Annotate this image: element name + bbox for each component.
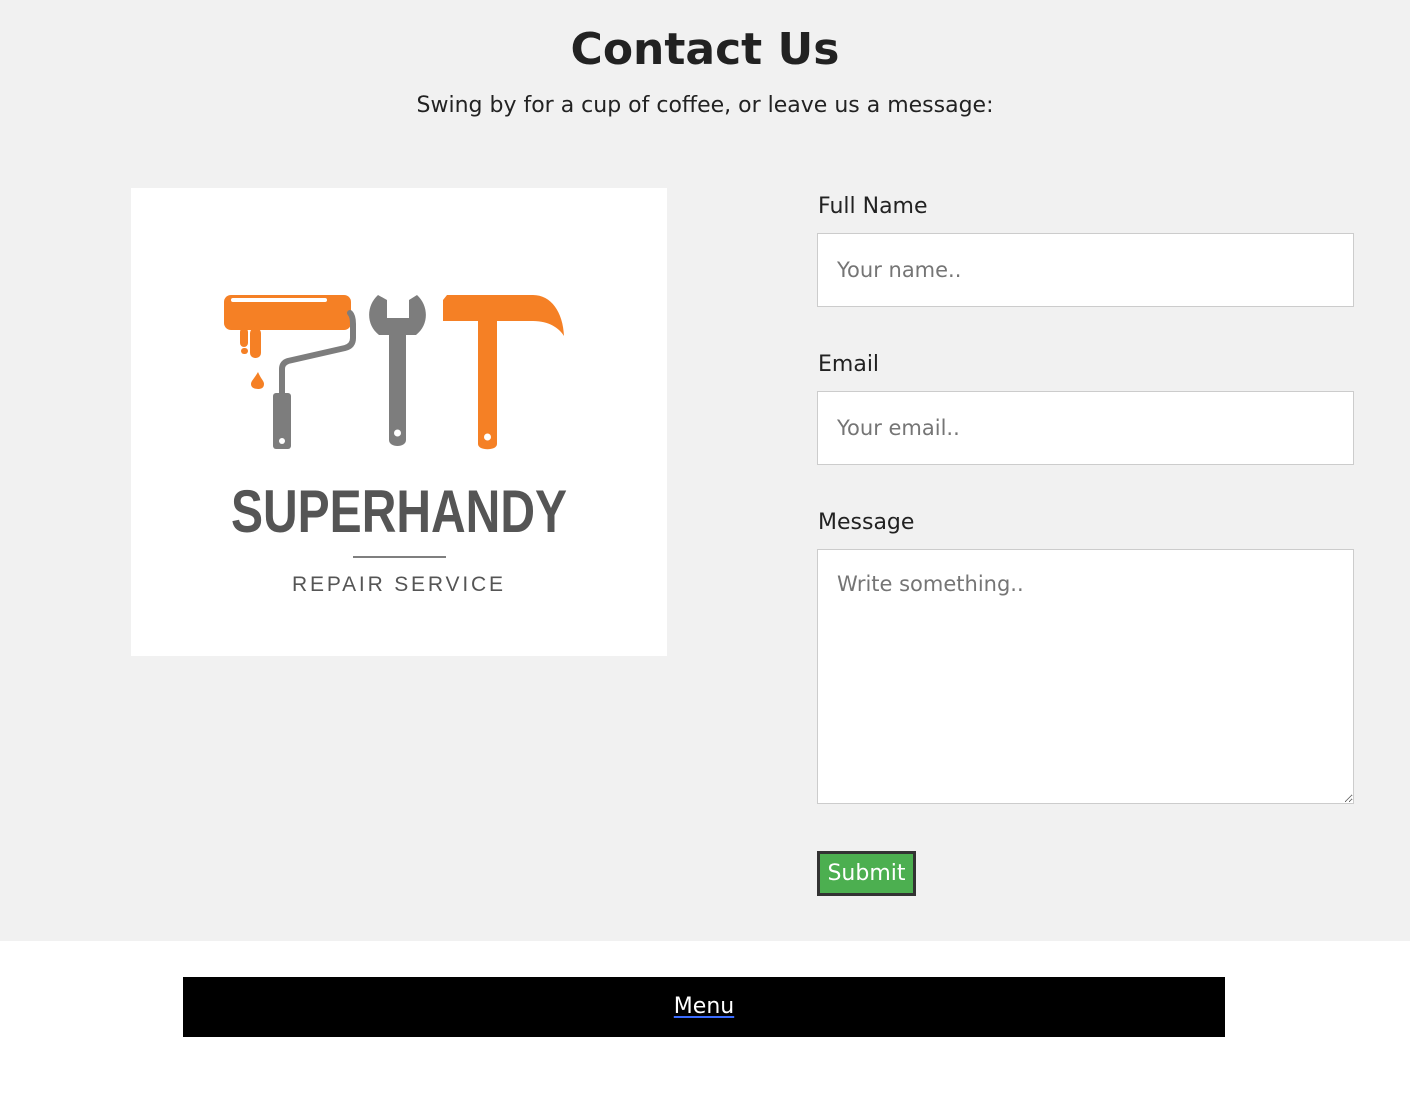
menu-link[interactable]: Menu <box>674 994 734 1019</box>
wrench-icon <box>369 295 426 446</box>
email-label: Email <box>818 352 880 377</box>
paint-roller-icon <box>224 295 356 449</box>
menu-bar: Menu <box>183 977 1225 1037</box>
message-textarea[interactable] <box>817 549 1354 804</box>
full-name-label: Full Name <box>818 194 928 219</box>
hammer-icon <box>443 295 564 450</box>
superhandy-logo: SUPERHANDY REPAIR SERVICE <box>224 295 567 596</box>
page-subtitle: Swing by for a cup of coffee, or leave u… <box>416 93 994 118</box>
full-name-input[interactable] <box>817 233 1354 307</box>
brand-name: SUPERHANDY <box>231 478 567 545</box>
page-title: Contact Us <box>570 24 840 75</box>
contact-section: Contact Us Swing by for a cup of coffee,… <box>0 0 1410 941</box>
message-label: Message <box>818 510 915 535</box>
submit-button[interactable]: Submit <box>817 851 916 896</box>
brand-tagline: REPAIR SERVICE <box>292 573 506 596</box>
logo-image: SUPERHANDY REPAIR SERVICE <box>131 188 667 656</box>
email-input[interactable] <box>817 391 1354 465</box>
